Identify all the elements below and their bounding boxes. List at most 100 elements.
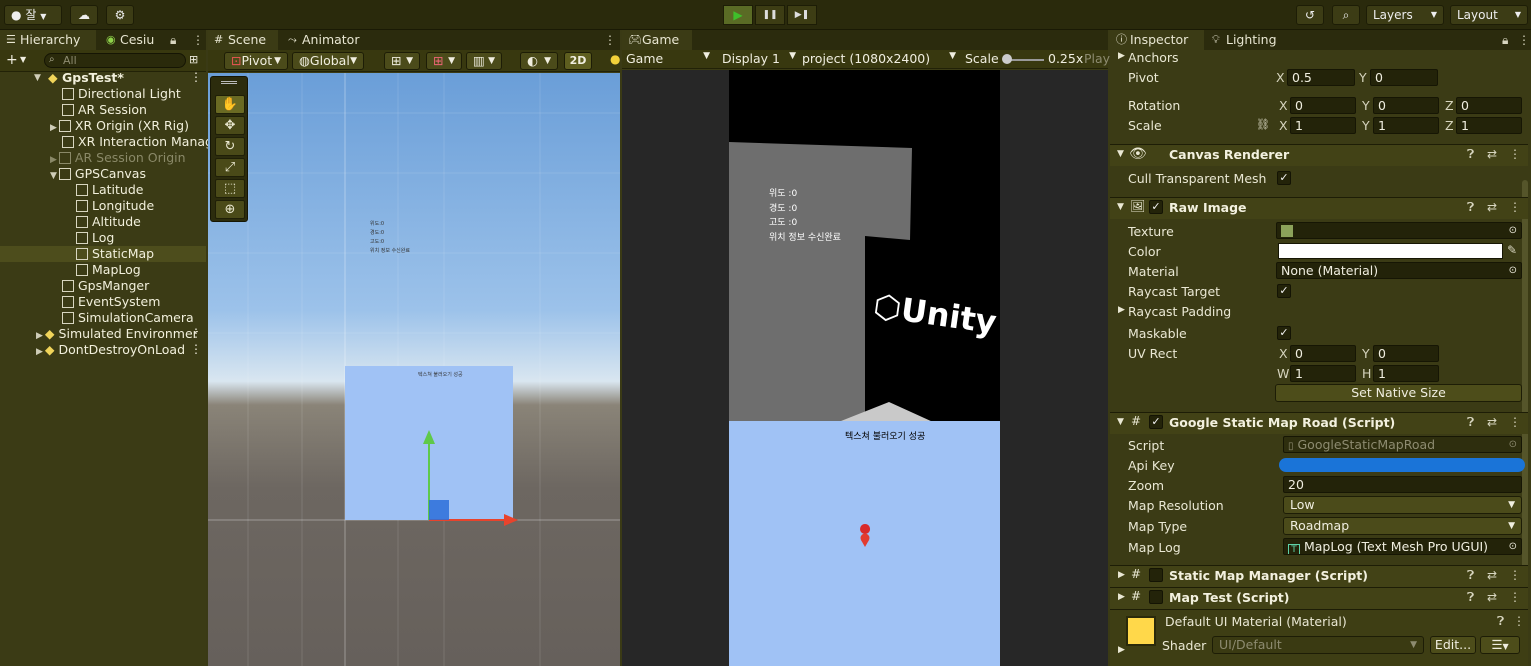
scale-tool-button[interactable]: ⤢ (215, 158, 245, 177)
link-icon[interactable]: ⛓ (1256, 118, 1270, 131)
zoom-field[interactable]: 20 (1283, 476, 1522, 493)
expand-arrow-icon[interactable]: ▶ (36, 331, 43, 341)
rect-tool-button[interactable]: ⬚ (215, 179, 245, 198)
set-native-size-button[interactable]: Set Native Size (1275, 384, 1522, 402)
settings-button[interactable]: ⚙ (106, 5, 134, 25)
expand-arrow-icon[interactable]: ▶ (1118, 51, 1125, 61)
more-icon[interactable]: ⋮ (1509, 415, 1521, 429)
raw-image-enabled-checkbox[interactable]: ✓ (1149, 200, 1163, 214)
lock-icon[interactable]: 🔒︎ (1502, 33, 1508, 48)
hierarchy-item-simulationcamera[interactable]: SimulationCamera (62, 310, 194, 326)
more-icon[interactable]: ⋮ (1509, 200, 1521, 214)
more-icon[interactable]: ⋮ (1509, 590, 1521, 604)
hand-tool-button[interactable]: ✋ (215, 95, 245, 114)
drag-handle-icon[interactable] (221, 81, 237, 84)
hierarchy-item-latitude[interactable]: Latitude (76, 182, 143, 198)
tab-cesium[interactable]: ◉ Cesiu (100, 30, 156, 50)
tab-animator[interactable]: ⤳ Animator (282, 30, 372, 50)
preset-icon[interactable]: ⇄ (1487, 200, 1497, 214)
object-picker-icon[interactable]: ⊙ (1509, 223, 1517, 238)
global-dropdown[interactable]: ◍Global ▼ (292, 52, 364, 70)
map-test-enabled-checkbox[interactable] (1149, 590, 1163, 604)
pivot-dropdown[interactable]: ⊡Pivot ▼ (224, 52, 288, 70)
help-icon[interactable]: ❓︎ (1467, 568, 1474, 583)
hierarchy-item-gpstest[interactable]: ▼ ◆ GpsTest* (34, 70, 124, 86)
shader-options-button[interactable]: ☰▼ (1480, 636, 1520, 654)
tab-lighting[interactable]: 💡︎ Lighting (1206, 30, 1296, 50)
collapse-arrow-icon[interactable]: ▼ (1117, 417, 1124, 427)
chevron-down-icon[interactable]: ▼ (20, 55, 26, 64)
more-icon[interactable]: ⋮ (190, 342, 202, 356)
maskable-checkbox[interactable]: ✓ (1277, 326, 1291, 340)
pivot-y-field[interactable]: 0 (1370, 69, 1438, 86)
map-resolution-dropdown[interactable]: Low ▼ (1283, 496, 1522, 514)
static-map-manager-enabled-checkbox[interactable] (1149, 568, 1163, 582)
preset-icon[interactable]: ⇄ (1487, 415, 1497, 429)
preset-icon[interactable]: ⇄ (1487, 147, 1497, 161)
map-type-dropdown[interactable]: Roadmap ▼ (1283, 517, 1522, 535)
tab-hierarchy[interactable]: ☰ Hierarchy (0, 30, 96, 50)
scale-y-field[interactable]: 1 (1373, 117, 1439, 134)
scale-slider-handle[interactable] (1002, 54, 1012, 64)
inspector-scrollbar[interactable] (1522, 180, 1528, 630)
help-icon[interactable]: ❓︎ (1467, 200, 1474, 215)
hierarchy-item-longitude[interactable]: Longitude (76, 198, 154, 214)
expand-arrow-icon[interactable]: ▶ (1118, 645, 1125, 655)
more-icon[interactable]: ⋮ (1509, 147, 1521, 161)
shading-dropdown[interactable]: ◐ ▼ (520, 52, 558, 70)
expand-arrow-icon[interactable]: ▶ (50, 123, 57, 133)
collapse-arrow-icon[interactable]: ▼ (1117, 149, 1124, 159)
api-key-field[interactable] (1279, 458, 1525, 472)
tab-game[interactable]: 🎮︎ Game (622, 30, 692, 50)
object-picker-icon[interactable]: ⊙ (1509, 263, 1517, 278)
hierarchy-item-gpsmanger[interactable]: GpsManger (62, 278, 149, 294)
tab-scene[interactable]: # Scene (208, 30, 278, 50)
cloud-button[interactable]: ☁ (70, 5, 98, 25)
google-static-map-road-enabled-checkbox[interactable]: ✓ (1149, 415, 1163, 429)
ruler-dropdown[interactable]: ▥ ▼ (466, 52, 502, 70)
add-icon[interactable]: + (6, 52, 18, 68)
game-screen[interactable]: 위도 :0 경도 :0 고도 :0 위치 정보 수신완료 ⬡Unity 텍스쳐 … (729, 70, 1000, 666)
rotation-y-field[interactable]: 0 (1373, 97, 1439, 114)
preset-icon[interactable]: ⇄ (1487, 568, 1497, 582)
lock-icon[interactable]: 🔒︎ (170, 33, 176, 48)
hierarchy-item-xr-origin[interactable]: ▶ XR Origin (XR Rig) (50, 118, 189, 134)
expand-arrow-icon[interactable]: ▼ (50, 171, 57, 181)
snap-dropdown[interactable]: ⊞ ▼ (384, 52, 420, 70)
help-icon[interactable]: ❓︎ (1467, 147, 1474, 162)
game-view-dropdown[interactable]: Game ▼ (626, 51, 712, 68)
expand-arrow-icon[interactable]: ▶ (1118, 592, 1125, 602)
material-field[interactable]: None (Material) ⊙ (1276, 262, 1522, 279)
shader-dropdown[interactable]: UI/Default ▼ (1212, 636, 1424, 654)
eyedropper-icon[interactable]: ✎ (1507, 243, 1517, 257)
expand-arrow-icon[interactable]: ▼ (34, 70, 41, 86)
hierarchy-item-ar-session[interactable]: AR Session (62, 102, 147, 118)
increment-snap-dropdown[interactable]: ⊞ ▼ (426, 52, 462, 70)
collapse-arrow-icon[interactable]: ▼ (1117, 202, 1124, 212)
hierarchy-item-xr-interaction-manager[interactable]: XR Interaction Manage (62, 134, 221, 150)
uv-x-field[interactable]: 0 (1290, 345, 1356, 362)
expand-arrow-icon[interactable]: ▶ (50, 155, 57, 165)
expand-arrow-icon[interactable]: ▶ (36, 347, 43, 357)
help-icon[interactable]: ❓︎ (1497, 614, 1504, 629)
more-icon[interactable]: ⋮ (190, 70, 202, 84)
display-dropdown[interactable]: Display 1 ▼ (722, 51, 796, 68)
more-icon[interactable]: ⋮ (192, 33, 204, 47)
scale-x-field[interactable]: 1 (1290, 117, 1356, 134)
hierarchy-item-simulated-environment[interactable]: ▶ ◆ Simulated Environmer (36, 326, 198, 342)
more-icon[interactable]: ⋮ (190, 326, 202, 340)
history-button[interactable]: ↺ (1296, 5, 1324, 25)
hierarchy-item-staticmap[interactable]: StaticMap (76, 246, 154, 262)
hierarchy-search[interactable]: ⌕ All (44, 53, 186, 68)
hierarchy-item-maplog[interactable]: MapLog (76, 262, 141, 278)
tab-inspector[interactable]: ⓘ Inspector (1110, 30, 1204, 50)
mode-2d-toggle[interactable]: 2D (564, 52, 592, 70)
expand-arrow-icon[interactable]: ▶ (1118, 305, 1125, 315)
search-button[interactable]: ⌕ (1332, 5, 1360, 25)
edit-shader-button[interactable]: Edit... (1430, 636, 1476, 654)
raycast-target-checkbox[interactable]: ✓ (1277, 284, 1291, 298)
pause-button[interactable]: ❚❚ (755, 5, 785, 25)
hierarchy-item-gpscanvas[interactable]: ▼ GPSCanvas (50, 166, 146, 182)
rotation-x-field[interactable]: 0 (1290, 97, 1356, 114)
hierarchy-item-dontdestroyonload[interactable]: ▶ ◆ DontDestroyOnLoad (36, 342, 185, 358)
